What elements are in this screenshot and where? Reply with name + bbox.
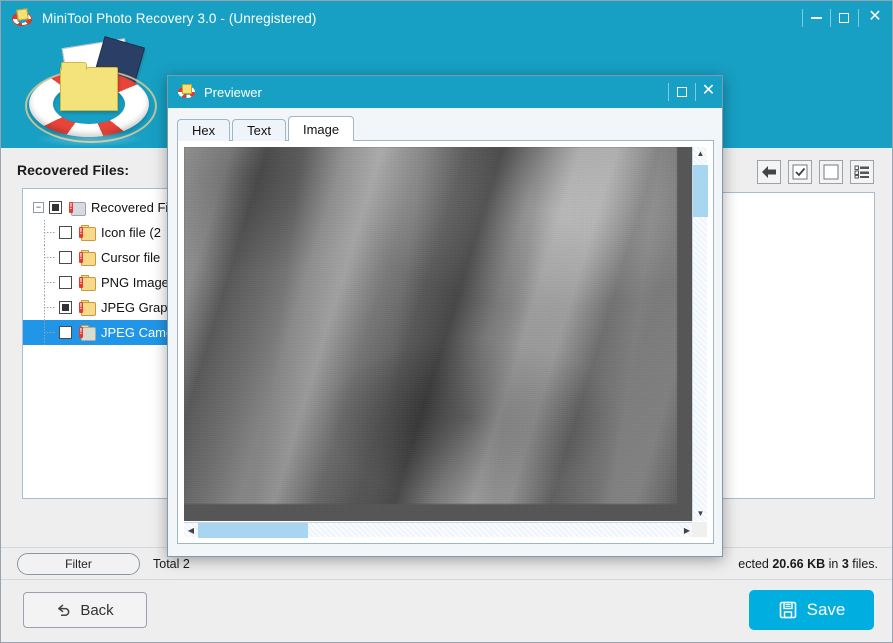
vertical-scroll-thumb[interactable] — [693, 165, 708, 217]
status-selected-suffix: files. — [852, 557, 878, 571]
tree-row-label: Icon file (2 — [101, 225, 161, 240]
scrollbar-corner — [692, 522, 707, 537]
image-preview-viewport[interactable] — [184, 147, 694, 521]
item-checkbox[interactable] — [59, 276, 72, 289]
checkbox-checked-icon — [792, 164, 808, 180]
item-checkbox[interactable] — [59, 301, 72, 314]
tree-row-label: JPEG Grap — [101, 300, 168, 315]
status-selected-size: 20.66 KB — [772, 557, 826, 571]
tree-row-label: Recovered Fil — [91, 200, 172, 215]
app-logo-icon — [12, 8, 34, 27]
save-button-label: Save — [806, 600, 846, 619]
dialog-title-bar: Previewer ✕ — [168, 76, 722, 108]
device-warning-icon: ! — [69, 201, 86, 216]
save-button[interactable]: Save — [749, 590, 874, 630]
undo-arrow-icon — [58, 604, 70, 616]
select-all-button[interactable] — [788, 160, 812, 184]
horizontal-scrollbar[interactable]: ◀ ▶ — [184, 522, 694, 538]
dialog-logo-icon — [178, 84, 196, 99]
file-toolbar — [757, 160, 874, 184]
dialog-maximize-icon[interactable] — [668, 76, 695, 108]
image-grain-overlay — [184, 147, 694, 521]
dialog-window-controls: ✕ — [668, 76, 722, 108]
vertical-scrollbar[interactable]: ▲ ▼ — [692, 147, 708, 521]
floppy-disk-icon — [779, 601, 796, 619]
scroll-down-arrow-icon[interactable]: ▼ — [693, 507, 708, 521]
item-checkbox[interactable] — [59, 326, 72, 339]
previewer-dialog: Previewer ✕ Hex Text Image ▲ ▼ ◀ ▶ — [167, 75, 723, 557]
page-title: Recovered Files: — [17, 162, 130, 178]
expander-icon[interactable]: − — [33, 202, 44, 213]
tree-row-label: JPEG Came — [101, 325, 174, 340]
root-checkbox[interactable] — [49, 201, 62, 214]
list-view-icon — [854, 165, 869, 179]
status-selected-middle: in — [828, 557, 839, 571]
status-selected-prefix: ected — [738, 557, 769, 571]
deselect-all-button[interactable] — [819, 160, 843, 184]
scroll-up-arrow-icon[interactable]: ▲ — [693, 147, 708, 161]
tab-hex[interactable]: Hex — [177, 119, 231, 141]
back-button-label: Back — [80, 601, 114, 619]
status-total-value: Total 2 — [153, 557, 190, 571]
application-window: MiniTool Photo Recovery 3.0 - (Unregiste… — [0, 0, 893, 643]
main-title-bar: MiniTool Photo Recovery 3.0 - (Unregiste… — [1, 1, 892, 35]
product-logo-icon — [25, 36, 157, 147]
dialog-title: Previewer — [204, 84, 262, 100]
folder-warning-icon: ! — [79, 325, 96, 341]
horizontal-scroll-thumb[interactable] — [198, 523, 308, 538]
minimize-icon[interactable] — [802, 1, 830, 35]
file-detail-list[interactable] — [703, 192, 875, 499]
folder-warning-icon: ! — [79, 250, 96, 266]
footer-bar: Back Save — [1, 579, 892, 642]
status-selected-count: 3 — [841, 557, 849, 571]
preview-tabs: Hex Text Image — [177, 116, 356, 141]
back-button[interactable]: Back — [23, 592, 147, 628]
app-title: MiniTool Photo Recovery 3.0 - (Unregiste… — [42, 10, 317, 26]
tab-image[interactable]: Image — [287, 116, 355, 141]
back-arrow-button[interactable] — [757, 160, 781, 184]
item-checkbox[interactable] — [59, 251, 72, 264]
tree-row-label: Cursor file — [101, 250, 161, 265]
list-view-button[interactable] — [850, 160, 874, 184]
filter-button[interactable]: Filter — [17, 553, 140, 575]
folder-warning-icon: ! — [79, 275, 96, 291]
item-checkbox[interactable] — [59, 226, 72, 239]
scroll-left-arrow-icon[interactable]: ◀ — [184, 523, 198, 538]
checkbox-empty-icon — [823, 164, 839, 180]
close-icon[interactable]: ✕ — [858, 1, 892, 35]
status-total-text: Total 2 — [153, 557, 190, 571]
folder-warning-icon: ! — [79, 225, 96, 241]
window-controls: ✕ — [802, 1, 892, 35]
status-selected-text: ected 20.66 KB in 3 files. — [738, 557, 878, 571]
tab-text[interactable]: Text — [232, 119, 286, 141]
dialog-close-icon[interactable]: ✕ — [695, 76, 722, 108]
arrow-left-icon — [762, 166, 776, 178]
folder-warning-icon: ! — [79, 300, 96, 316]
preview-tab-panel: ▲ ▼ ◀ ▶ — [177, 140, 714, 544]
tree-row-label: PNG Image — [101, 275, 169, 290]
maximize-icon[interactable] — [830, 1, 858, 35]
